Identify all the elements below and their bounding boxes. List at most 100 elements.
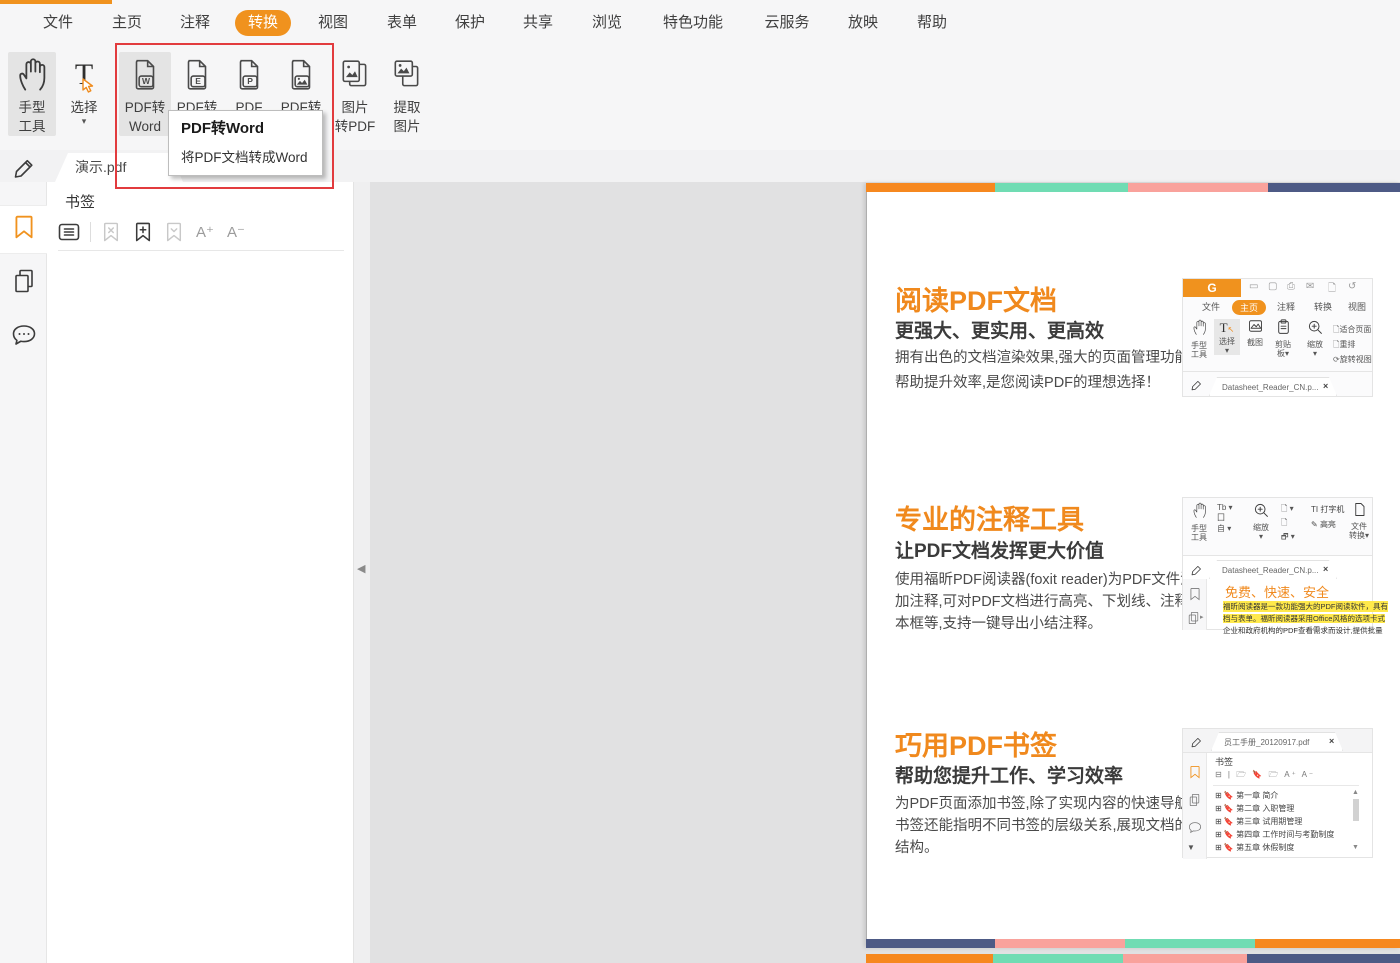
mini1-menu-home: 主页 [1231,300,1267,315]
section3-subheading: 帮助您提升工作、学习效率 [895,766,1124,787]
menu-item-help[interactable]: 帮助 [904,10,960,36]
menu-item-slideshow[interactable]: 放映 [835,10,891,36]
mini3-panel-title: 书签 [1215,757,1234,767]
select-tool-button[interactable]: T 选择 ▾ [60,52,108,126]
mini1-menu-file: 文件 [1201,302,1221,312]
mini3-bookmark-icon [1190,766,1200,779]
sidebar-item-pages[interactable] [0,268,47,294]
mini2-highlight-tool: ✎ 高亮 [1311,520,1336,529]
mini1-select-tool: T↖ 选择 ▾ [1214,319,1240,355]
pdf-to-word-button[interactable]: W PDF转 Word [119,52,171,136]
add-bookmark-icon[interactable] [131,220,155,244]
mini2-select-stack: Tb ▾ 囗自 ▾ [1217,503,1233,533]
mini3-bookmark-item: ⊞ 🔖 第二章 入职管理 [1215,804,1295,813]
extract-image-button[interactable]: 提取 图片 [383,52,431,136]
mini1-rotate-view-tool: ⟳旋转视图 [1333,355,1372,364]
mini2-doc-headline: 免费、快速、安全 [1225,585,1330,600]
svg-text:W: W [142,76,151,86]
navigation-sidebar [0,182,47,963]
menu-item-share[interactable]: 共享 [510,10,566,36]
menu-item-features[interactable]: 特色功能 [650,10,736,36]
select-cursor-icon: T [74,58,94,93]
section2-body-line2: 加注释,可对PDF文档进行高亮、下划线、注释、文 [895,594,1219,610]
mini1-menu-view: 视图 [1347,302,1367,312]
section3-heading: 巧用PDF书签 [895,731,1057,761]
tooltip-body: 将PDF文档转成Word [181,150,308,165]
image-to-pdf-button[interactable]: 图片 转PDF [331,52,379,136]
page1-top-color-bar [866,183,1400,192]
mini3-tab-close-icon: × [1329,736,1335,746]
mini3-bookmark-item: ⊞ 🔖 第三章 试用期管理 [1215,817,1303,826]
mini1-tab: Datasheet_Reader_CN.p... [1209,377,1337,396]
delete-bookmark-icon[interactable] [99,220,123,244]
pdf-to-ppt-button[interactable]: P PDF [223,52,275,117]
mini2-typewriter-tool: TI 打字机 [1311,505,1345,514]
mini2-doc-line3: 企业和政府机构的PDF查看需求而设计,提供批量 [1223,626,1383,635]
mini1-save-icon: ▢ [1268,281,1278,292]
mini1-menu-comment: 注释 [1276,302,1296,312]
mini1-menu-convert: 转换 [1313,302,1333,312]
pdf-to-word-tooltip: PDF转Word 将PDF文档转成Word [168,110,323,176]
mini2-file-convert-tool: 文件 转换▾ [1346,502,1372,540]
extract-image-icon [391,52,423,98]
section3-body-line3: 结构。 [895,840,939,856]
select-tool-label: 选择 [70,100,98,115]
mini2-tab-close-icon: × [1323,564,1329,574]
hand-icon [16,52,48,98]
sidebar-item-comments[interactable] [0,323,47,347]
menu-item-browse[interactable]: 浏览 [579,10,635,36]
mini3-panel-toolbar: ⊟ | 🗁 🔖 🗁 A⁺ A⁻ [1215,770,1316,779]
hand-tool-button[interactable]: 手型 工具 [8,52,56,136]
expand-bookmark-icon[interactable] [162,220,186,244]
mini1-pencil-icon [1191,380,1201,391]
pdf-to-image-icon [286,52,316,98]
mini2-expand-arrow: ▸ [1200,614,1204,621]
section1-body-line1: 拥有出色的文档渲染效果,强大的页面管理功能, [895,350,1194,366]
mini2-zoom-tool: 缩放 ▾ [1247,502,1275,541]
mini2-bookmark-icon [1190,588,1200,601]
mini1-snapshot-tool: 截图 [1242,319,1268,347]
hand-tool-label-1: 手型 [18,100,46,115]
annotate-pencil-icon[interactable] [0,155,47,179]
page2-top-color-bar [866,954,1400,963]
pdf-to-excel-icon: E [182,52,212,98]
pdf-to-excel-button[interactable]: E PDF转 [171,52,223,117]
section3-body-line1: 为PDF页面添加书签,除了实现内容的快速导航, [895,796,1194,812]
pdf-to-word-label-2: Word [128,119,161,134]
illustration-bookmark-ui: 员工手册_20120917.pdf × ▼ 书签 ⊟ | 🗁 🔖 🗁 A⁺ A⁻… [1182,728,1373,859]
font-increase-icon[interactable]: A⁺ [193,220,217,244]
mini2-pages-icon [1188,611,1199,625]
illustration-reader-ui: G ▭ ▢ ⎙ ✉ 🗋 ↺ 文件 主页 注释 转换 视图 手型 工具 T↖ 选择… [1182,278,1373,397]
menu-item-cloud[interactable]: 云服务 [751,10,822,36]
pdf-to-word-icon: W [130,52,160,98]
menu-item-comment[interactable]: 注释 [167,10,223,36]
illustration-annotation-ui: 手型 工具 Tb ▾ 囗自 ▾ 缩放 ▾ 🗋 ▾ 🗋 🗗 ▾ TI 打字机 ✎ 高亮 … [1182,497,1388,635]
menu-item-protect[interactable]: 保护 [442,10,498,36]
panel-splitter[interactable]: ◀ [353,182,370,963]
menu-item-home[interactable]: 主页 [99,10,155,36]
menu-item-file[interactable]: 文件 [30,10,86,36]
menu-item-form[interactable]: 表单 [374,10,430,36]
mini3-bookmark-item: ⊞ 🔖 第一章 简介 [1215,791,1279,800]
image-to-pdf-label-2: 转PDF [334,119,376,134]
mini3-tab: 员工手册_20120917.pdf [1211,732,1343,751]
section2-body-line1: 使用福昕PDF阅读器(foxit reader)为PDF文件添 [895,572,1195,588]
mini3-scroll-down-icon: ▼ [1352,844,1359,851]
sidebar-item-bookmarks[interactable] [0,214,47,240]
pdf-to-word-label-1: PDF转 [124,100,166,115]
svg-text:P: P [247,76,253,86]
menu-item-convert-active[interactable]: 转换 [234,10,292,36]
pdf-to-image-button[interactable]: PDF转 [275,52,327,117]
mini1-undo-icon: ↺ [1348,281,1357,292]
tab-demo-pdf[interactable]: 演示.pdf [55,153,183,182]
menu-item-view[interactable]: 视图 [305,10,361,36]
mini3-bookmark-item: ⊞ 🔖 第四章 工作时间与考勤制度 [1215,830,1335,839]
section1-heading: 阅读PDF文档 [895,286,1057,316]
mini1-zoom-tool: 缩放 ▾ [1301,319,1329,358]
collapse-panel-arrow[interactable]: ◀ [357,562,365,575]
section1-subheading: 更强大、更实用、更高效 [895,321,1105,342]
font-decrease-icon[interactable]: A⁻ [224,220,248,244]
mini3-scroll-up-icon: ▲ [1352,789,1359,796]
pdf-to-ppt-icon: P [234,52,264,98]
bookmark-list-view-icon[interactable] [57,220,81,244]
